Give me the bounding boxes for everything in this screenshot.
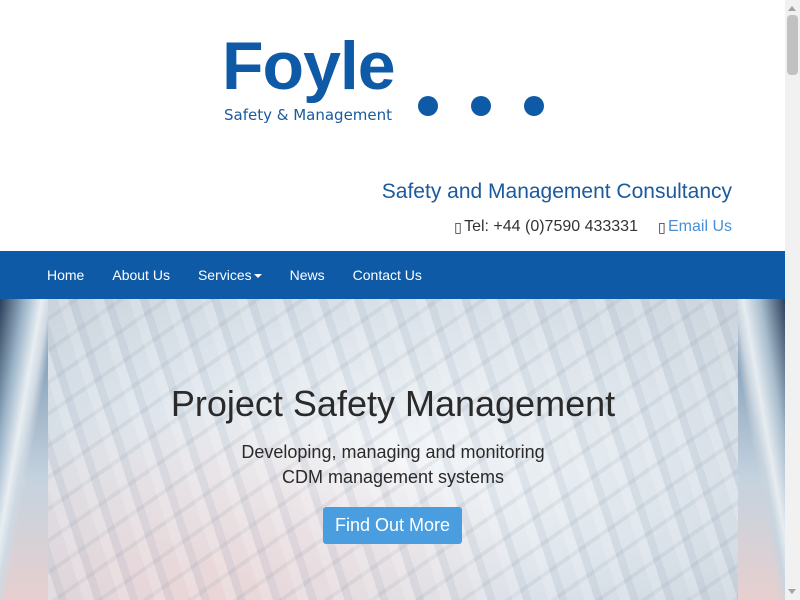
scroll-down-arrow-icon[interactable] (788, 589, 796, 594)
nav-item-services-label: Services (197, 267, 252, 283)
contact-row: ▯ Tel: +44 (0)7590 433331 ▯ Email Us (454, 218, 732, 236)
main-navbar: Home About Us Services News Contact Us (0, 251, 785, 299)
nav-item-contact-us[interactable]: Contact Us (339, 251, 436, 299)
phone-contact: ▯ Tel: +44 (0)7590 433331 (454, 218, 638, 236)
logo-tagline: Safety & Management (224, 106, 393, 124)
hero-content: Project Safety Management Developing, ma… (48, 299, 738, 600)
logo-wordmark: Foyle (222, 28, 396, 104)
logo-dot (418, 96, 438, 116)
nav-menu: Home About Us Services News Contact Us (0, 251, 785, 299)
phone-icon: ▯ (454, 218, 462, 235)
hero-subtitle-line-1: Developing, managing and monitoring (241, 442, 545, 462)
hero-title: Project Safety Management (170, 383, 616, 424)
logo[interactable]: Foyle Safety & Management (222, 28, 552, 133)
envelope-icon: ▯ (657, 218, 666, 235)
nav-item-services[interactable]: Services (184, 251, 276, 299)
scrollbar-thumb[interactable] (787, 15, 798, 75)
logo-dot (524, 96, 544, 116)
email-link-label: Email Us (667, 218, 732, 235)
page: Foyle Safety & Management Safety and Man… (0, 0, 785, 600)
page-scrollbar[interactable] (785, 0, 800, 600)
logo-dot (471, 96, 491, 116)
nav-item-home[interactable]: Home (33, 251, 98, 299)
nav-item-news[interactable]: News (276, 251, 339, 299)
site-tagline: Safety and Management Consultancy (381, 180, 732, 203)
caret-down-icon (253, 274, 262, 279)
email-link[interactable]: ▯ Email Us (658, 218, 732, 236)
phone-number: Tel: +44 (0)7590 433331 (464, 218, 638, 235)
hero-banner: Project Safety Management Developing, ma… (0, 299, 785, 600)
find-out-more-button[interactable]: Find Out More (323, 507, 462, 544)
hero-subtitle: Developing, managing and monitoring CDM … (48, 440, 738, 490)
hero-subtitle-line-2: CDM management systems (281, 467, 505, 487)
nav-item-about-us[interactable]: About Us (98, 251, 184, 299)
scroll-up-arrow-icon[interactable] (788, 6, 796, 11)
